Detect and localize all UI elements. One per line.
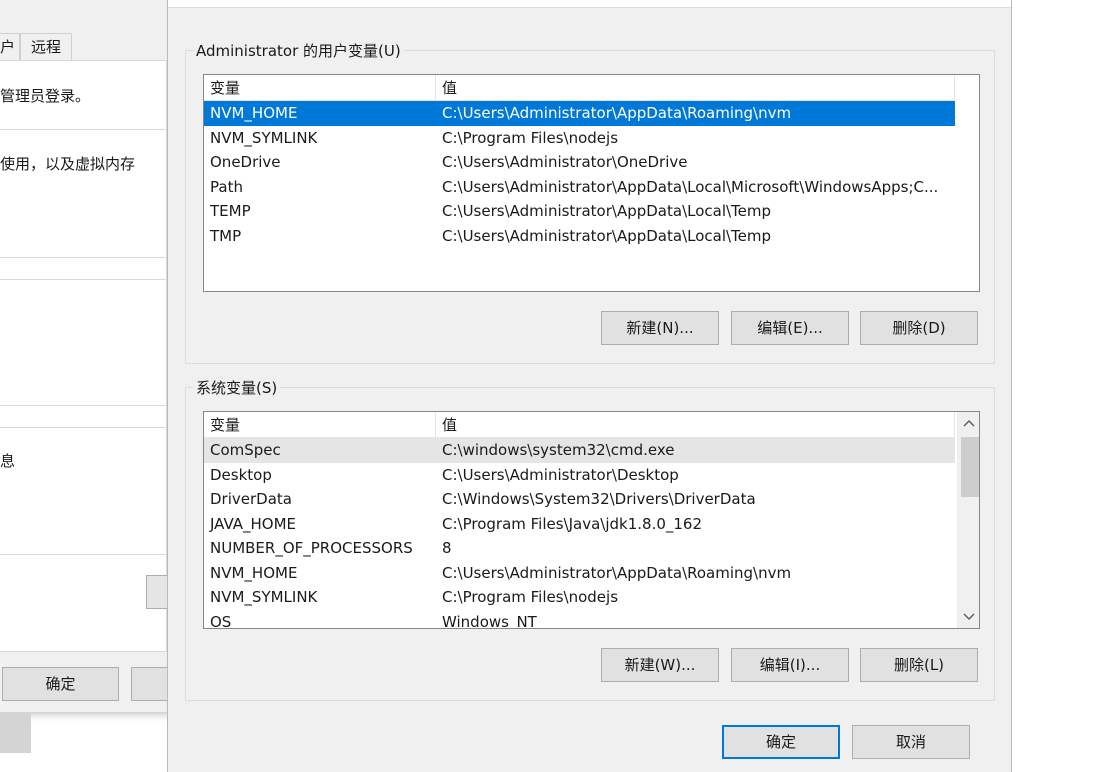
variable-name: OS [210,612,232,629]
table-row[interactable]: Desktop C:\Users\Administrator\Desktop [204,463,955,488]
table-row[interactable]: NUMBER_OF_PROCESSORS 8 [204,536,955,561]
variable-value: 8 [442,539,452,557]
table-row[interactable]: NVM_HOME C:\Users\Administrator\AppData\… [204,561,955,586]
variable-name: NUMBER_OF_PROCESSORS [210,539,413,557]
taskbar-fragment [0,712,31,753]
user-delete-button[interactable]: 删除(D) [860,311,978,345]
admin-login-text: 管理员登录。 [0,87,91,105]
vertical-scrollbar[interactable] [957,412,979,628]
divider [0,427,167,428]
variable-value: C:\Windows\System32\Drivers\DriverData [442,490,756,508]
table-row[interactable]: NVM_SYMLINK C:\Program Files\nodejs [204,126,955,151]
chevron-down-icon[interactable] [958,606,979,628]
variable-name: TMP [210,226,242,245]
variable-value: C:\Users\Administrator\AppData\Roaming\n… [442,104,792,122]
system-delete-button[interactable]: 删除(L) [860,648,978,682]
system-properties-dialog: 户 远程 管理员登录。 使用，以及虚拟内存 息 确定 [0,0,175,712]
variable-value: C:\windows\system32\cmd.exe [442,441,675,459]
column-header-value[interactable]: 值 [436,75,955,100]
variable-name: NVM_HOME [210,563,298,582]
list-header: 变量 值 [204,75,955,101]
table-row[interactable]: TMP C:\Users\Administrator\AppData\Local… [204,224,955,249]
variable-value: C:\Users\Administrator\AppData\Local\Tem… [442,226,772,245]
variable-name: JAVA_HOME [210,514,297,533]
environment-variables-button[interactable] [146,575,167,609]
variable-value: C:\Users\Administrator\AppData\Local\Tem… [442,202,772,220]
table-row[interactable]: NVM_HOME C:\Users\Administrator\AppData\… [204,101,955,126]
table-row[interactable]: DriverData C:\Windows\System32\Drivers\D… [204,487,955,512]
divider [0,129,167,130]
tab-panel: 管理员登录。 使用，以及虚拟内存 息 [0,60,167,652]
column-header-variable[interactable]: 变量 [204,75,436,100]
variable-value: C:\Program Files\nodejs [442,128,619,147]
variable-name: TEMP [210,202,251,220]
system-variables-group: 系统变量(S) 变量 值 ComSpec C:\windows\system32… [185,377,995,701]
performance-text: 使用，以及虚拟内存 [0,155,136,173]
user-variables-title: Administrator 的用户变量(U) [193,40,404,61]
title-bar [168,0,1011,8]
cancel-button[interactable] [131,667,167,701]
column-header-variable[interactable]: 变量 [204,412,436,437]
divider [0,405,167,406]
table-row[interactable]: Path C:\Users\Administrator\AppData\Loca… [204,175,955,200]
table-row[interactable]: JAVA_HOME C:\Program Files\Java\jdk1.8.0… [204,512,955,537]
system-new-button[interactable]: 新建(W)... [601,648,719,682]
user-variables-list[interactable]: 变量 值 NVM_HOME C:\Users\Administrator\App… [203,74,980,292]
ok-button[interactable]: 确定 [722,725,840,759]
variable-value: C:\Users\Administrator\Desktop [442,465,679,484]
scrollbar-thumb[interactable] [961,437,979,497]
variable-name: ComSpec [210,441,281,459]
variable-name: NVM_HOME [210,104,298,122]
variable-value: C:\Users\Administrator\AppData\Roaming\n… [442,563,792,582]
variable-name: NVM_SYMLINK [210,588,318,606]
cancel-button[interactable]: 取消 [852,725,970,759]
variable-name: NVM_SYMLINK [210,128,318,147]
tab-strip: 户 远程 [0,33,73,61]
ok-button[interactable]: 确定 [2,667,119,701]
variable-value: C:\Program Files\Java\jdk1.8.0_162 [442,514,703,533]
system-variables-title: 系统变量(S) [193,377,281,398]
tab-users-partial[interactable]: 户 [0,33,21,61]
system-edit-button[interactable]: 编辑(I)... [731,648,849,682]
table-row[interactable]: TEMP C:\Users\Administrator\AppData\Loca… [204,199,955,224]
user-new-button[interactable]: 新建(N)... [601,311,719,345]
system-variables-list[interactable]: 变量 值 ComSpec C:\windows\system32\cmd.exe… [203,411,980,629]
table-row[interactable]: ComSpec C:\windows\system32\cmd.exe [204,438,955,463]
table-row[interactable]: OneDrive C:\Users\Administrator\OneDrive [204,150,955,175]
variable-value: C:\Users\Administrator\AppData\Local\Mic… [442,177,939,196]
info-text: 息 [0,452,16,470]
divider [0,554,167,555]
variable-name: OneDrive [210,153,281,171]
divider [0,257,167,258]
variable-value: C:\Program Files\nodejs [442,588,619,606]
user-edit-button[interactable]: 编辑(E)... [731,311,849,345]
environment-variables-dialog: Administrator 的用户变量(U) 变量 值 NVM_HOME C:\… [167,0,1012,772]
variable-name: Path [210,177,243,196]
divider [0,279,167,280]
variable-name: DriverData [210,490,292,508]
list-rows: ComSpec C:\windows\system32\cmd.exe Desk… [204,438,955,629]
tab-remote[interactable]: 远程 [20,33,73,61]
variable-value: C:\Users\Administrator\OneDrive [442,153,688,171]
chevron-up-icon[interactable] [958,412,979,434]
variable-value: Windows_NT [442,612,537,629]
list-rows: NVM_HOME C:\Users\Administrator\AppData\… [204,101,955,248]
list-header: 变量 值 [204,412,955,438]
user-variables-group: Administrator 的用户变量(U) 变量 值 NVM_HOME C:\… [185,40,995,364]
variable-name: Desktop [210,465,272,484]
table-row[interactable]: NVM_SYMLINK C:\Program Files\nodejs [204,585,955,610]
column-header-value[interactable]: 值 [436,412,955,437]
table-row[interactable]: OS Windows_NT [204,610,955,629]
